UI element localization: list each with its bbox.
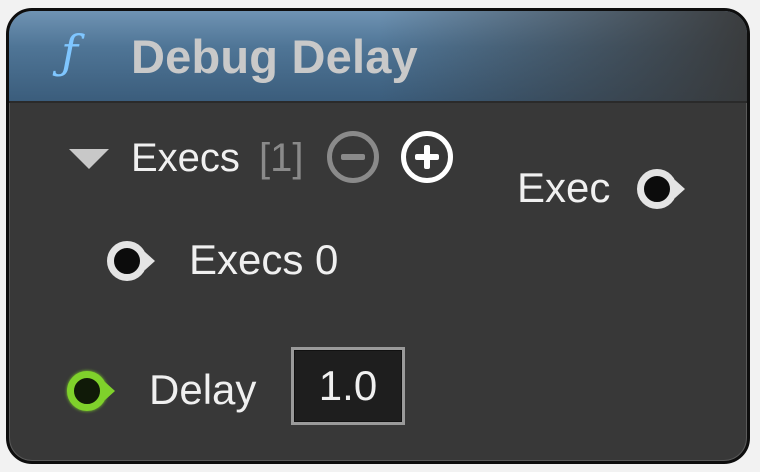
exec-output-label: Exec xyxy=(517,164,611,211)
exec-output-pin-icon[interactable] xyxy=(637,169,685,209)
delay-value-input[interactable]: 1.0 xyxy=(291,347,405,425)
execs-0-pin-icon[interactable] xyxy=(107,241,155,281)
plus-bar-vertical xyxy=(424,145,430,169)
delay-label: Delay xyxy=(149,366,257,413)
execs-array-count: [1] xyxy=(259,136,304,180)
pin-ring xyxy=(107,241,147,281)
pin-ring xyxy=(637,169,677,209)
execs-array-label: Execs xyxy=(131,136,240,180)
node-title: Debug Delay xyxy=(131,30,418,83)
function-icon: ƒ xyxy=(61,25,79,79)
minus-circle-icon[interactable] xyxy=(327,131,379,183)
pin-arrow xyxy=(145,252,155,270)
execs-0-label: Execs 0 xyxy=(189,236,339,283)
delay-pin-icon[interactable] xyxy=(67,371,115,411)
pin-ring xyxy=(67,371,107,411)
plus-circle-icon[interactable] xyxy=(401,131,453,183)
expand-triangle-icon[interactable] xyxy=(69,149,109,169)
minus-bar xyxy=(341,154,365,160)
debug-delay-node[interactable]: ƒ Debug Delay Execs [1] Exec Execs 0 Del… xyxy=(6,8,750,464)
pin-arrow xyxy=(675,180,685,198)
pin-arrow xyxy=(105,382,115,400)
